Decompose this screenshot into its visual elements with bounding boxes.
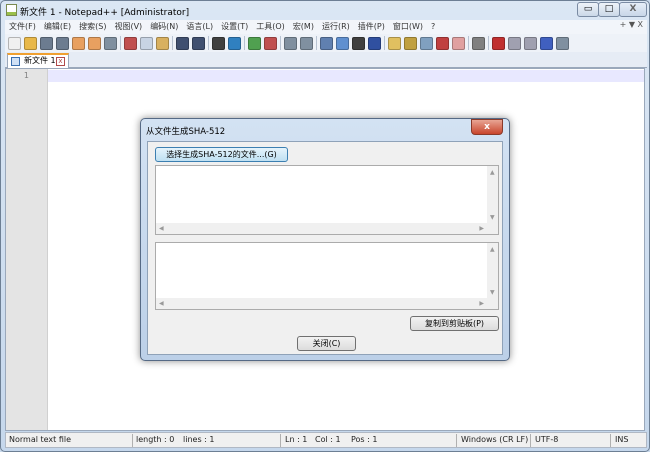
paste-icon[interactable] bbox=[156, 36, 169, 50]
doc-map-icon[interactable] bbox=[404, 36, 417, 50]
dialog-body: 选择生成SHA-512的文件...(G) ▲ ▼ ◀ ▶ ▲ ▼ ◀ ▶ 复制到剪贴板(… bbox=[147, 141, 503, 355]
cut-icon[interactable] bbox=[124, 36, 137, 50]
menu-item[interactable]: 文件(F) bbox=[5, 20, 40, 34]
menu-item[interactable]: 语言(L) bbox=[182, 20, 217, 34]
menu-item[interactable]: 运行(R) bbox=[318, 20, 354, 34]
zoom-in-icon[interactable] bbox=[248, 36, 261, 50]
save-icon[interactable] bbox=[40, 36, 53, 50]
close-button[interactable]: 关闭(C) bbox=[297, 336, 356, 351]
tab-label: 新文件 1 bbox=[24, 56, 56, 65]
status-file-type: Normal text file bbox=[9, 435, 72, 444]
title-bar: 新文件 1 - Notepad++ [Administrator] ▭ □ X bbox=[1, 1, 650, 20]
line-number-gutter: 1 bbox=[6, 69, 48, 430]
hash-result-textarea[interactable]: ▲ ▼ ◀ ▶ bbox=[155, 242, 499, 310]
new-file-icon[interactable] bbox=[8, 36, 21, 50]
toolbar-separator bbox=[468, 36, 469, 50]
redo-icon[interactable] bbox=[192, 36, 205, 50]
menu-item[interactable]: 搜索(S) bbox=[75, 20, 110, 34]
menu-item[interactable]: 设置(T) bbox=[217, 20, 252, 34]
tab-bar: 新文件 1 x bbox=[5, 52, 647, 68]
tab-new-file-1[interactable]: 新文件 1 x bbox=[7, 53, 69, 68]
toolbar-separator bbox=[488, 36, 489, 50]
folder-workspace-icon[interactable] bbox=[436, 36, 449, 50]
toolbar-separator bbox=[244, 36, 245, 50]
status-ln: Ln : 1 bbox=[285, 435, 308, 444]
toolbar-separator bbox=[120, 36, 121, 50]
close-icon[interactable] bbox=[72, 36, 85, 50]
start-record-icon[interactable] bbox=[492, 36, 505, 50]
undo-icon[interactable] bbox=[176, 36, 189, 50]
window-title: 新文件 1 - Notepad++ [Administrator] bbox=[20, 8, 190, 18]
stop-record-icon[interactable] bbox=[508, 36, 521, 50]
run-macro-multiple-icon[interactable] bbox=[540, 36, 553, 50]
toolbar-separator bbox=[384, 36, 385, 50]
status-bar: Normal text file length : 0 lines : 1 Ln… bbox=[5, 432, 647, 448]
menu-item[interactable]: 视图(V) bbox=[110, 20, 146, 34]
menu-item[interactable]: 窗口(W) bbox=[389, 20, 427, 34]
word-wrap-icon[interactable] bbox=[320, 36, 333, 50]
play-macro-icon[interactable] bbox=[524, 36, 537, 50]
notepad-app-icon bbox=[6, 4, 17, 16]
print-icon[interactable] bbox=[104, 36, 117, 50]
file-saved-icon bbox=[11, 57, 20, 66]
save-macro-icon[interactable] bbox=[556, 36, 569, 50]
menu-item[interactable]: 工具(O) bbox=[252, 20, 289, 34]
copy-to-clipboard-button[interactable]: 复制到剪贴板(P) bbox=[410, 316, 499, 331]
copy-icon[interactable] bbox=[140, 36, 153, 50]
vertical-scrollbar[interactable]: ▲ ▼ bbox=[487, 166, 498, 223]
toolbar-separator bbox=[316, 36, 317, 50]
monitor-icon[interactable] bbox=[452, 36, 465, 50]
toolbar-separator bbox=[280, 36, 281, 50]
status-encoding: UTF-8 bbox=[535, 435, 559, 444]
menu-item[interactable]: 编辑(E) bbox=[40, 20, 75, 34]
maximize-button[interactable]: □ bbox=[598, 2, 620, 17]
status-eol: Windows (CR LF) bbox=[461, 435, 529, 444]
record-icon[interactable] bbox=[472, 36, 485, 50]
menu-item[interactable]: 插件(P) bbox=[354, 20, 389, 34]
status-pos: Pos : 1 bbox=[351, 435, 378, 444]
sync-vertical-icon[interactable] bbox=[284, 36, 297, 50]
toolbar-separator bbox=[208, 36, 209, 50]
menu-item[interactable]: 编码(N) bbox=[146, 20, 182, 34]
current-line-highlight bbox=[48, 70, 644, 82]
user-lang-icon[interactable] bbox=[388, 36, 401, 50]
close-window-button[interactable]: X bbox=[619, 2, 647, 17]
indent-guide-icon[interactable] bbox=[368, 36, 381, 50]
open-file-icon[interactable] bbox=[24, 36, 37, 50]
status-insert-mode: INS bbox=[615, 435, 629, 444]
sync-horizontal-icon[interactable] bbox=[300, 36, 313, 50]
dialog-close-icon[interactable]: x bbox=[471, 119, 503, 135]
horizontal-scrollbar[interactable]: ◀ ▶ bbox=[156, 298, 498, 309]
show-all-chars-icon[interactable] bbox=[336, 36, 349, 50]
replace-icon[interactable] bbox=[228, 36, 241, 50]
sha512-dialog: 从文件生成SHA-512 x 选择生成SHA-512的文件...(G) ▲ ▼ ◀… bbox=[140, 118, 510, 361]
line-number: 1 bbox=[23, 71, 29, 80]
menu-item[interactable]: ? bbox=[427, 20, 439, 34]
horizontal-scrollbar[interactable]: ◀ ▶ bbox=[156, 223, 498, 234]
toolbar bbox=[5, 34, 647, 52]
status-length: length : 0 bbox=[136, 435, 175, 444]
function-list-icon[interactable] bbox=[420, 36, 433, 50]
file-list-textarea[interactable]: ▲ ▼ ◀ ▶ bbox=[155, 165, 499, 235]
choose-file-button[interactable]: 选择生成SHA-512的文件...(G) bbox=[155, 147, 288, 162]
menu-item[interactable]: 宏(M) bbox=[289, 20, 318, 34]
tab-close-icon[interactable]: x bbox=[56, 57, 65, 66]
toolbar-separator bbox=[172, 36, 173, 50]
zoom-out-icon[interactable] bbox=[264, 36, 277, 50]
vertical-scrollbar[interactable]: ▲ ▼ bbox=[487, 243, 498, 298]
menu-bar: 文件(F) 编辑(E) 搜索(S) 视图(V) 编码(N) 语言(L) 设置(T) 工具(O)… bbox=[5, 20, 647, 34]
minimize-button[interactable]: ▭ bbox=[577, 2, 599, 17]
save-all-icon[interactable] bbox=[56, 36, 69, 50]
status-lines: lines : 1 bbox=[183, 435, 215, 444]
dropdown-icon[interactable] bbox=[352, 36, 365, 50]
find-icon[interactable] bbox=[212, 36, 225, 50]
dialog-title: 从文件生成SHA-512 bbox=[146, 127, 226, 137]
status-col: Col : 1 bbox=[315, 435, 341, 444]
close-all-icon[interactable] bbox=[88, 36, 101, 50]
doc-window-controls[interactable]: + ▼ X bbox=[620, 20, 643, 29]
